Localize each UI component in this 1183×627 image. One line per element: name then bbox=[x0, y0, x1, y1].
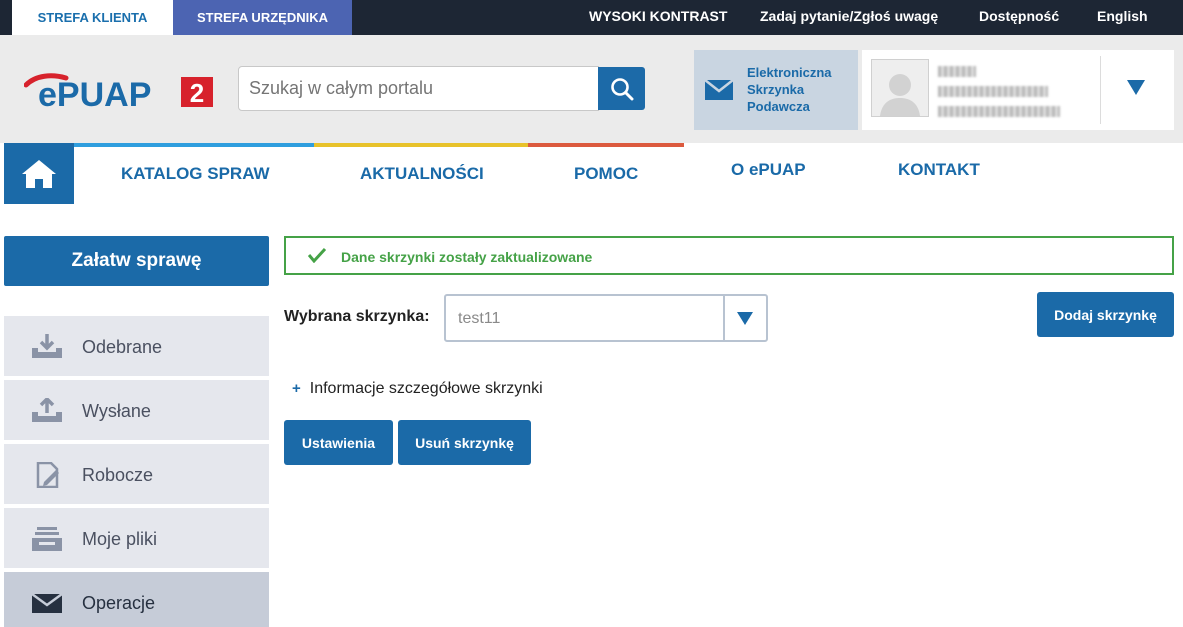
esp-label: Elektroniczna Skrzynka Podawcza bbox=[747, 65, 832, 114]
search-icon bbox=[610, 77, 633, 100]
user-menu-toggle[interactable] bbox=[1127, 80, 1145, 101]
ask-question-link[interactable]: Zadaj pytanie/Zgłoś uwagę bbox=[760, 0, 938, 35]
handle-case-button[interactable]: Załatw sprawę bbox=[4, 236, 269, 286]
logo-badge: 2 bbox=[190, 78, 204, 108]
download-tray-icon bbox=[32, 334, 62, 358]
sidebar-item-label: Odebrane bbox=[82, 337, 163, 357]
home-icon bbox=[22, 159, 56, 188]
envelope-icon bbox=[31, 592, 63, 613]
nav-o-epuap[interactable]: O ePUAP bbox=[731, 160, 806, 180]
caret-down-icon bbox=[1127, 80, 1145, 95]
nav-strip-blue bbox=[74, 143, 314, 147]
details-link-label: Informacje szczegółowe skrzynki bbox=[309, 380, 543, 397]
settings-button[interactable]: Ustawienia bbox=[284, 420, 393, 465]
nav-katalog-spraw[interactable]: KATALOG SPRAW bbox=[121, 164, 270, 184]
mailbox-select-value: test11 bbox=[458, 310, 501, 327]
english-link[interactable]: English bbox=[1097, 0, 1148, 35]
header: ePUAP 2 Elektroniczna Skrzynka Podawcza bbox=[0, 35, 1183, 143]
checkmark-icon bbox=[308, 247, 326, 263]
nav-strip-red bbox=[528, 143, 684, 147]
sidebar-item-label: Wysłane bbox=[82, 401, 151, 421]
alert-message: Dane skrzynki zostały zaktualizowane bbox=[341, 249, 593, 265]
sidebar-item-drafts[interactable]: Robocze bbox=[4, 444, 269, 506]
plus-icon: + bbox=[292, 380, 301, 397]
logo-text: ePUAP bbox=[38, 76, 151, 113]
document-edit-icon bbox=[36, 462, 59, 488]
mailbox-select-label: Wybrana skrzynka: bbox=[284, 308, 430, 325]
divider bbox=[723, 296, 725, 340]
accessibility-link[interactable]: Dostępność bbox=[979, 0, 1059, 35]
mailbox-details-toggle[interactable]: + Informacje szczegółowe skrzynki bbox=[292, 380, 543, 398]
tab-client-zone[interactable]: STREFA KLIENTA bbox=[12, 0, 173, 35]
main-nav: KATALOG SPRAW AKTUALNOŚCI POMOC O ePUAP … bbox=[0, 143, 1183, 204]
sidebar-item-my-files[interactable]: Moje pliki bbox=[4, 508, 269, 570]
sidebar-item-received[interactable]: Odebrane bbox=[4, 316, 269, 378]
search-input[interactable] bbox=[238, 66, 599, 111]
envelope-icon bbox=[705, 80, 733, 100]
esp-mailbox-button[interactable]: Elektroniczna Skrzynka Podawcza bbox=[694, 50, 858, 130]
success-alert: Dane skrzynki zostały zaktualizowane bbox=[284, 236, 1174, 275]
file-tray-icon bbox=[32, 527, 62, 551]
nav-aktualnosci[interactable]: AKTUALNOŚCI bbox=[360, 164, 484, 184]
user-panel bbox=[862, 50, 1174, 130]
sidebar-item-sent[interactable]: Wysłane bbox=[4, 380, 269, 442]
search-button[interactable] bbox=[598, 67, 645, 110]
sidebar-item-label: Moje pliki bbox=[82, 529, 158, 549]
mailbox-select[interactable]: test11 bbox=[444, 294, 768, 342]
user-silhouette-icon bbox=[880, 74, 920, 116]
epuap-logo[interactable]: ePUAP 2 bbox=[23, 73, 214, 114]
sidebar-item-operations[interactable]: Operacje bbox=[4, 572, 269, 627]
user-account-blurred bbox=[938, 106, 1060, 117]
tab-official-zone[interactable]: STREFA URZĘDNIKA bbox=[173, 0, 352, 35]
nav-kontakt[interactable]: KONTAKT bbox=[898, 160, 980, 180]
caret-down-icon bbox=[737, 312, 753, 325]
high-contrast-link[interactable]: WYSOKI KONTRAST bbox=[589, 0, 727, 35]
home-button[interactable] bbox=[4, 143, 74, 204]
user-id-blurred bbox=[938, 86, 1048, 97]
divider bbox=[1100, 56, 1101, 124]
user-name-blurred bbox=[938, 66, 976, 77]
sidebar-item-label: Robocze bbox=[82, 465, 154, 485]
add-mailbox-button[interactable]: Dodaj skrzynkę bbox=[1037, 292, 1174, 337]
nav-pomoc[interactable]: POMOC bbox=[574, 164, 638, 184]
avatar bbox=[871, 59, 929, 117]
delete-mailbox-button[interactable]: Usuń skrzynkę bbox=[398, 420, 531, 465]
nav-strip-yellow bbox=[314, 143, 528, 147]
top-bar: STREFA KLIENTA STREFA URZĘDNIKA WYSOKI K… bbox=[0, 0, 1183, 35]
sidebar-item-label: Operacje bbox=[82, 593, 156, 613]
upload-tray-icon bbox=[32, 398, 62, 422]
